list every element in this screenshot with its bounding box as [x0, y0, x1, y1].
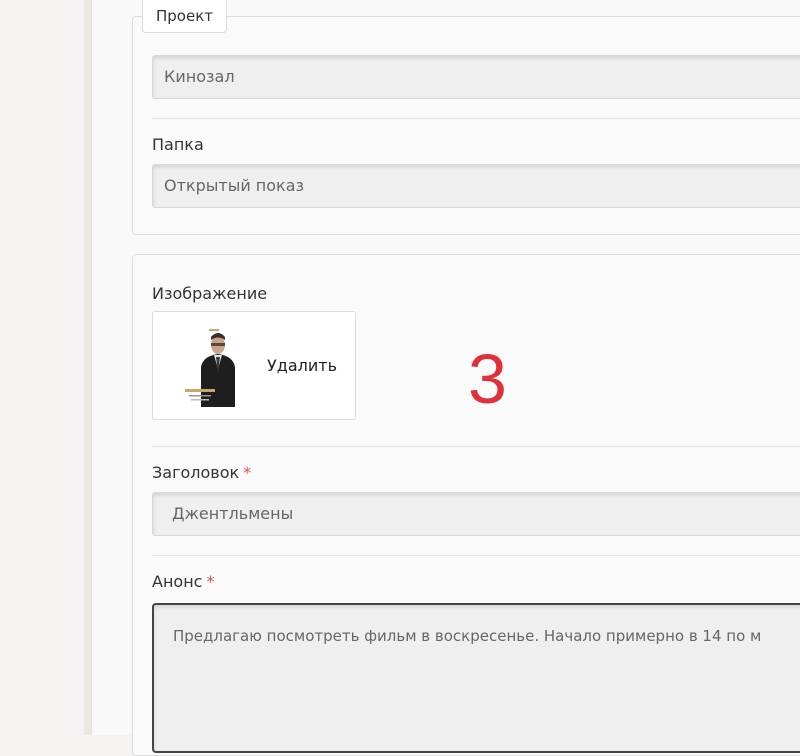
divider	[152, 555, 800, 556]
image-preview-box: Удалить	[152, 311, 356, 420]
image-label: Изображение	[152, 284, 268, 303]
announce-label: Анонс *	[152, 572, 214, 591]
required-mark: *	[206, 572, 215, 591]
folder-label: Папка	[152, 135, 204, 154]
title-field[interactable]: Джентльмены	[152, 492, 800, 536]
announce-textarea[interactable]: Предлагаю посмотреть фильм в воскресенье…	[152, 603, 800, 753]
project-field[interactable]: Кинозал	[152, 55, 800, 99]
announce-label-text: Анонс	[152, 572, 203, 591]
folder-field[interactable]: Открытый показ	[152, 164, 800, 208]
annotation-marker: 3	[468, 340, 507, 418]
movie-poster-image	[171, 323, 235, 407]
title-label-text: Заголовок	[152, 463, 240, 482]
required-mark: *	[243, 463, 252, 482]
divider	[152, 446, 800, 447]
project-legend: Проект	[142, 0, 228, 33]
delete-image-button[interactable]: Удалить	[267, 356, 337, 375]
divider	[152, 118, 800, 119]
title-label: Заголовок *	[152, 463, 251, 482]
